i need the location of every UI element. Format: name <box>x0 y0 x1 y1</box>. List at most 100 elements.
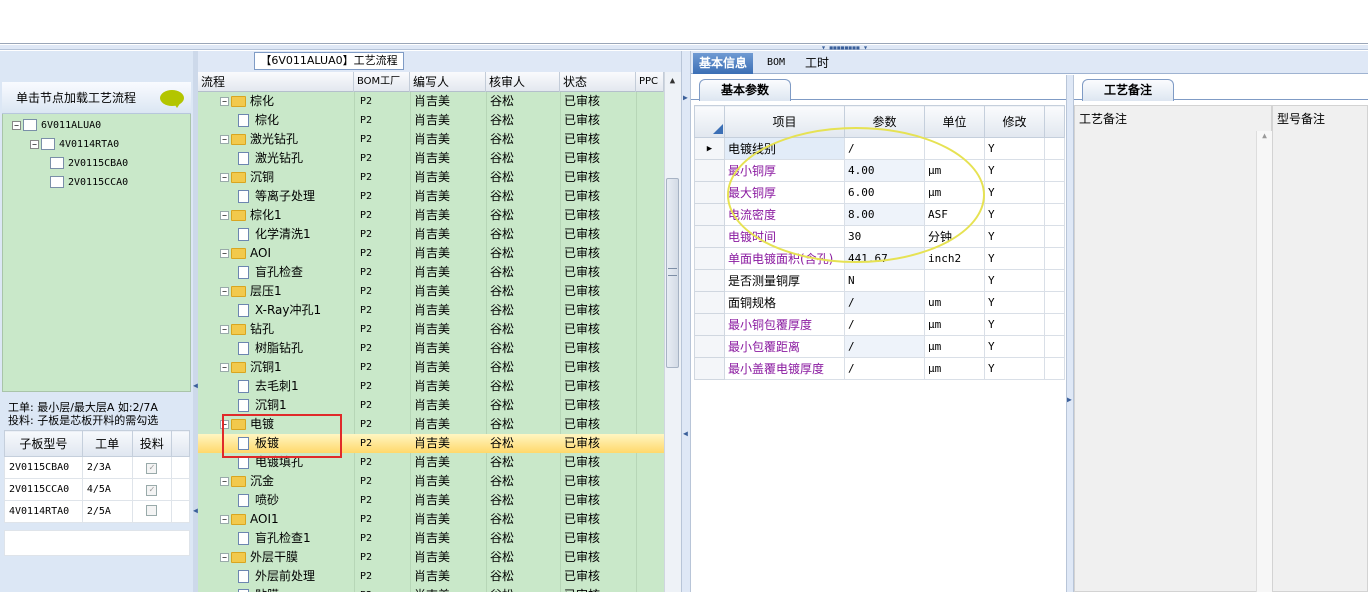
process-node[interactable]: 外层前处理 <box>238 567 315 586</box>
tab-basic-info[interactable]: 基本信息 <box>693 53 754 74</box>
process-node[interactable]: 树脂钻孔 <box>238 339 303 358</box>
param-row[interactable]: 面铜规格 / um Y <box>694 291 1065 314</box>
process-node[interactable]: 去毛刺1 <box>238 377 299 396</box>
tab-basic-params[interactable]: 基本参数 <box>699 79 791 101</box>
param-modify[interactable]: Y <box>984 203 1045 226</box>
subboard-order[interactable]: 4/5A <box>81 478 133 501</box>
collapse-minus-icon[interactable]: − <box>30 139 39 149</box>
row-indicator[interactable] <box>694 225 725 248</box>
process-row[interactable]: 化学清洗1 P2 肖吉美 谷松 已审核 <box>198 225 664 244</box>
param-row[interactable]: 最小盖覆电镀厚度 / μm Y <box>694 357 1065 380</box>
process-node[interactable]: 贴膜 <box>238 586 279 592</box>
expand-right-icon[interactable]: ▶ <box>683 93 688 102</box>
param-row[interactable]: 最小铜包覆厚度 / μm Y <box>694 313 1065 336</box>
process-row[interactable]: 盲孔检查1 P2 肖吉美 谷松 已审核 <box>198 529 664 548</box>
process-node[interactable]: − 沉金 <box>220 472 274 491</box>
param-row[interactable]: 最小包覆距离 / μm Y <box>694 335 1065 358</box>
col-reviewer[interactable]: 核审人 <box>486 72 560 92</box>
subboard-order[interactable]: 2/5A <box>81 500 133 523</box>
row-indicator[interactable]: ▶ <box>694 137 725 160</box>
process-node[interactable]: 盲孔检查1 <box>238 529 311 548</box>
process-row[interactable]: − 棕化1 P2 肖吉美 谷松 已审核 <box>198 206 664 225</box>
subboard-row[interactable]: 2V0115CBA0 2/3A ✓ <box>4 456 190 479</box>
row-indicator[interactable] <box>694 357 725 380</box>
process-row[interactable]: 喷砂 P2 肖吉美 谷松 已审核 <box>198 491 664 510</box>
param-value[interactable]: / <box>844 313 925 336</box>
subboard-row[interactable]: 4V0114RTA0 2/5A <box>4 500 190 523</box>
process-row[interactable]: 激光钻孔 P2 肖吉美 谷松 已审核 <box>198 149 664 168</box>
splitter-grip-icon[interactable]: ▾ ▪▪▪▪▪▪▪▪ ▾ <box>812 44 876 52</box>
process-node[interactable]: 盲孔检查 <box>238 263 303 282</box>
speech-bubble-icon[interactable] <box>160 90 184 108</box>
process-row[interactable]: − 激光钻孔 P2 肖吉美 谷松 已审核 <box>198 130 664 149</box>
col-bom-factory[interactable]: BOM工厂 <box>354 72 410 92</box>
process-row[interactable]: 棕化 P2 肖吉美 谷松 已审核 <box>198 111 664 130</box>
process-node[interactable]: − 层压1 <box>220 282 282 301</box>
collapse-minus-icon[interactable]: − <box>220 97 229 106</box>
collapse-minus-icon[interactable]: − <box>12 120 21 130</box>
collapse-minus-icon[interactable]: − <box>220 325 229 334</box>
tab-worktime[interactable]: 工时 <box>799 53 835 74</box>
process-row[interactable]: 去毛刺1 P2 肖吉美 谷松 已审核 <box>198 377 664 396</box>
collapse-minus-icon[interactable]: − <box>220 173 229 182</box>
notes-splitter[interactable]: ▶ <box>1066 75 1074 592</box>
param-modify[interactable]: Y <box>984 181 1045 204</box>
process-node[interactable]: − 激光钻孔 <box>220 130 298 149</box>
process-node[interactable]: − AOI <box>220 244 271 263</box>
collapse-notes-icon[interactable]: ▶ <box>1067 395 1072 404</box>
col-modify[interactable]: 修改 <box>984 105 1045 138</box>
process-row[interactable]: − AOI P2 肖吉美 谷松 已审核 <box>198 244 664 263</box>
subboard-row[interactable]: 2V0115CCA0 4/5A ✓ <box>4 478 190 501</box>
param-value[interactable]: / <box>844 357 925 380</box>
row-indicator[interactable] <box>694 313 725 336</box>
process-row[interactable]: 贴膜 P2 肖吉美 谷松 已审核 <box>198 586 664 592</box>
process-node[interactable]: 化学清洗1 <box>238 225 311 244</box>
process-row[interactable]: − 钻孔 P2 肖吉美 谷松 已审核 <box>198 320 664 339</box>
top-splitter[interactable] <box>0 45 1368 50</box>
collapse-minus-icon[interactable]: − <box>220 249 229 258</box>
process-node[interactable]: − 沉铜1 <box>220 358 282 377</box>
tab-process-notes[interactable]: 工艺备注 <box>1082 79 1174 101</box>
tree-node[interactable]: 2V0115CCA0 <box>50 176 128 188</box>
process-row[interactable]: − 沉金 P2 肖吉美 谷松 已审核 <box>198 472 664 491</box>
tree-node[interactable]: − 4V0114RTA0 <box>30 138 119 150</box>
param-row[interactable]: 是否测量铜厚 N Y <box>694 269 1065 292</box>
process-row[interactable]: 外层前处理 P2 肖吉美 谷松 已审核 <box>198 567 664 586</box>
scroll-up-arrow-icon[interactable]: ▲ <box>664 76 681 86</box>
model-notes-pane[interactable]: 型号备注 <box>1272 105 1368 592</box>
tree-node[interactable]: 2V0115CBA0 <box>50 157 128 169</box>
process-row[interactable]: 盲孔检查 P2 肖吉美 谷松 已审核 <box>198 263 664 282</box>
collapse-minus-icon[interactable]: − <box>220 211 229 220</box>
param-modify[interactable]: Y <box>984 247 1045 270</box>
feed-checkbox[interactable]: ✓ <box>146 462 158 474</box>
collapse-minus-icon[interactable]: − <box>220 477 229 486</box>
row-indicator[interactable] <box>694 335 725 358</box>
col-author[interactable]: 编写人 <box>410 72 486 92</box>
process-row[interactable]: − 层压1 P2 肖吉美 谷松 已审核 <box>198 282 664 301</box>
middle-splitter[interactable]: ▶ ◀ <box>681 51 691 592</box>
feed-checkbox[interactable] <box>146 504 158 516</box>
col-feed[interactable]: 投料 <box>131 430 173 457</box>
collapse-minus-icon[interactable]: − <box>220 135 229 144</box>
param-value[interactable]: / <box>844 291 925 314</box>
process-node[interactable]: X-Ray冲孔1 <box>238 301 321 320</box>
process-node[interactable]: 沉铜1 <box>238 396 287 415</box>
col-subboard-model[interactable]: 子板型号 <box>4 430 83 457</box>
col-status[interactable]: 状态 <box>560 72 636 92</box>
process-row[interactable]: − 棕化 P2 肖吉美 谷松 已审核 <box>198 92 664 111</box>
param-modify[interactable]: Y <box>984 357 1045 380</box>
collapse-minus-icon[interactable]: − <box>220 287 229 296</box>
process-row[interactable]: 沉铜1 P2 肖吉美 谷松 已审核 <box>198 396 664 415</box>
process-row[interactable]: − 沉铜 P2 肖吉美 谷松 已审核 <box>198 168 664 187</box>
param-modify[interactable]: Y <box>984 291 1045 314</box>
param-modify[interactable]: Y <box>984 137 1045 160</box>
param-value[interactable]: / <box>844 335 925 358</box>
process-node[interactable]: − 棕化1 <box>220 206 282 225</box>
col-process[interactable]: 流程 <box>198 72 354 92</box>
process-row[interactable]: − 沉铜1 P2 肖吉美 谷松 已审核 <box>198 358 664 377</box>
row-indicator[interactable] <box>694 159 725 182</box>
process-row[interactable]: − AOI1 P2 肖吉美 谷松 已审核 <box>198 510 664 529</box>
process-node[interactable]: 棕化 <box>238 111 279 130</box>
process-node[interactable]: − 棕化 <box>220 92 274 111</box>
row-indicator[interactable] <box>694 291 725 314</box>
